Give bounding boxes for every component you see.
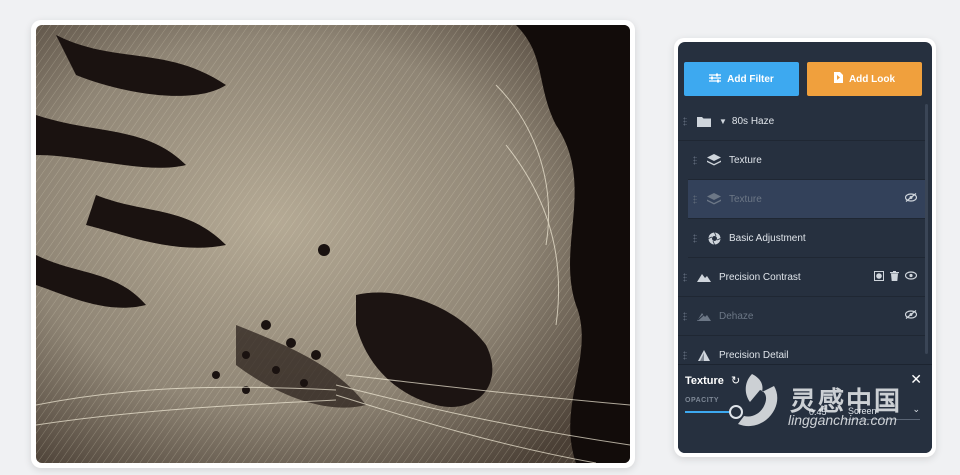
eye-icon[interactable] — [904, 271, 918, 284]
add-filter-button[interactable]: Add Filter — [684, 62, 799, 96]
layer-label: Texture — [729, 193, 762, 205]
photo-card — [31, 20, 635, 468]
chevron-down-icon: ⌄ — [912, 404, 920, 414]
watermark-url: lingganchina.com — [788, 412, 897, 428]
layer-row-texture-hidden[interactable]: Texture — [688, 180, 927, 219]
layer-label: 80s Haze — [731, 115, 775, 127]
folder-icon — [697, 114, 711, 128]
add-filter-label: Add Filter — [727, 73, 774, 85]
layer-label: Precision Detail — [719, 349, 789, 361]
eye-slash-icon[interactable] — [904, 310, 918, 322]
triangle-icon — [697, 348, 711, 362]
layer-row-dehaze[interactable]: Dehaze — [678, 297, 927, 336]
layer-label: Texture — [729, 154, 762, 166]
drag-handle-icon[interactable] — [693, 194, 697, 204]
mask-icon[interactable] — [874, 271, 884, 284]
drag-handle-icon[interactable] — [683, 116, 687, 126]
opacity-slider-track[interactable] — [685, 411, 733, 413]
eye-slash-icon[interactable] — [904, 193, 918, 205]
add-look-button[interactable]: Add Look — [807, 62, 922, 96]
caret-down-icon[interactable]: ▼ — [719, 117, 727, 126]
layers-icon — [707, 153, 721, 167]
drag-handle-icon[interactable] — [683, 272, 687, 282]
add-look-label: Add Look — [848, 73, 896, 85]
sliders-icon — [709, 73, 722, 86]
mountain-icon — [697, 270, 711, 284]
dehaze-icon — [697, 309, 711, 323]
drag-handle-icon[interactable] — [693, 233, 697, 243]
layer-row-texture[interactable]: Texture — [688, 141, 927, 180]
watermark-logo — [738, 374, 778, 427]
drag-handle-icon[interactable] — [683, 311, 687, 321]
tiger-photo — [36, 25, 630, 463]
aperture-icon — [707, 231, 721, 245]
layer-row-basic-adjustment[interactable]: Basic Adjustment — [688, 219, 927, 258]
drag-handle-icon[interactable] — [683, 350, 687, 360]
close-icon[interactable]: ✕ — [910, 371, 922, 388]
layer-row-80s-haze[interactable]: ▼ 80s Haze — [678, 102, 927, 141]
trash-icon[interactable] — [890, 271, 899, 284]
layer-label: Basic Adjustment — [729, 232, 806, 244]
layer-label: Precision Contrast — [719, 271, 801, 283]
layer-label: Dehaze — [719, 310, 754, 322]
look-icon — [833, 72, 843, 86]
layers-scrollbar[interactable] — [925, 104, 928, 354]
opacity-label: OPACITY — [685, 397, 720, 404]
filter-title-text: Texture — [685, 375, 724, 387]
drag-handle-icon[interactable] — [693, 155, 697, 165]
layers-icon — [707, 192, 721, 206]
layer-row-precision-contrast[interactable]: Precision Contrast — [678, 258, 927, 297]
